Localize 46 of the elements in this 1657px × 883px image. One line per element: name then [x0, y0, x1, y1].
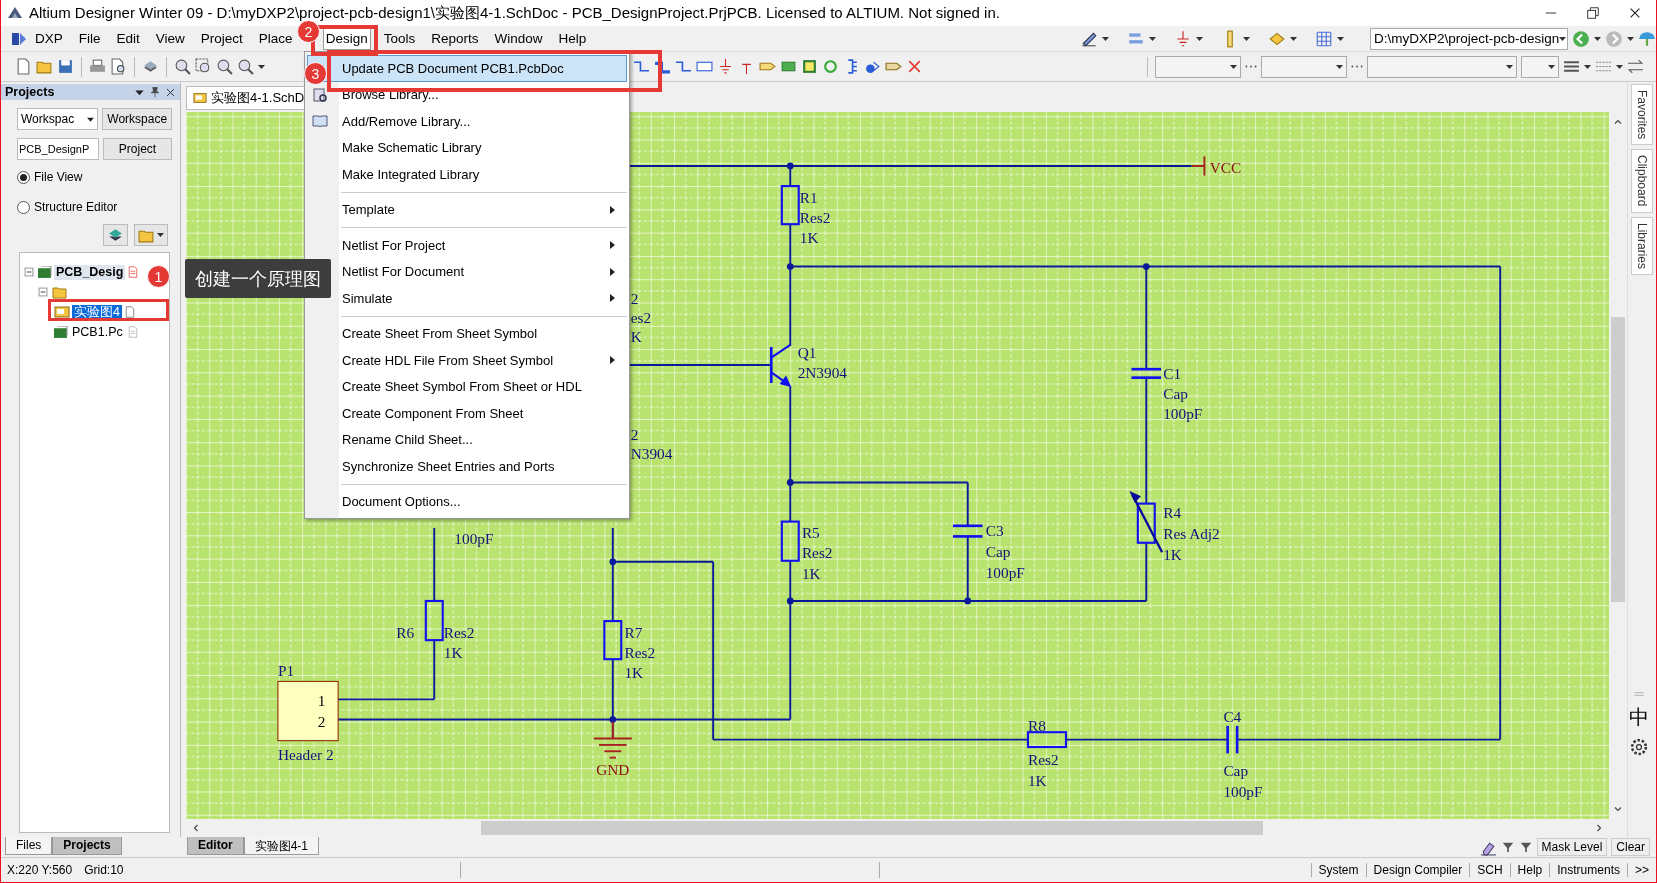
designator-label: R6	[396, 624, 415, 642]
value-label: 1K	[624, 664, 644, 682]
comment-label: Cap	[985, 542, 1011, 560]
designator-label: C1	[1163, 364, 1182, 382]
value-label: 1K	[443, 644, 463, 662]
cursor-coordinates: X:220 Y:560	[6, 863, 74, 877]
panel-title: Projects	[5, 85, 56, 99]
tooltip: 创建一个原理图	[185, 259, 331, 298]
value-label: 1K	[799, 229, 819, 247]
designator-label: P1	[277, 662, 295, 680]
component-label: 100pF	[454, 530, 494, 548]
pin-number: 2	[317, 713, 326, 731]
grid-size: Grid:10	[83, 863, 125, 877]
comment-label: Header 2	[277, 745, 334, 763]
value-label: 1K	[801, 564, 821, 582]
comment-label: Res2	[801, 543, 833, 561]
power-label: VCC	[1209, 158, 1242, 176]
window-title: Altium Designer Winter 09 - D:\myDXP2\project-pcb-design1\实验图4-1.SchDoc - PCB_DesignProject.PrjPCB. Licensed to ALTIUM. Not signed in.	[29, 3, 1000, 23]
comment-label: Res2	[1027, 751, 1059, 769]
value-label: 1K	[1027, 772, 1047, 790]
component-label: es2	[630, 308, 652, 326]
component-label: 2	[630, 289, 639, 307]
component-label: 2	[630, 426, 639, 444]
comment-label: Res2	[443, 624, 475, 642]
comment-label: 2N3904	[797, 363, 847, 381]
designator-label: R8	[1027, 717, 1046, 735]
component-label: K	[630, 327, 642, 345]
designator-label: Q1	[797, 343, 817, 361]
power-label: GND	[596, 760, 630, 778]
value-label: 100pF	[985, 563, 1025, 581]
comment-label: Res Adj2	[1163, 524, 1220, 542]
designator-label: C3	[985, 521, 1004, 539]
component-label: N3904	[630, 445, 673, 463]
comment-label: Res2	[624, 644, 656, 662]
value-label: 100pF	[1163, 405, 1203, 423]
designator-label: C4	[1223, 707, 1242, 725]
designator-label: R4	[1163, 503, 1182, 521]
designator-label: R5	[801, 523, 820, 541]
pin-number: 1	[317, 691, 326, 709]
value-label: 100pF	[1223, 782, 1263, 800]
value-label: 1K	[1163, 545, 1182, 563]
designator-label: R1	[799, 189, 818, 207]
comment-label: Cap	[1163, 385, 1188, 403]
designator-label: R7	[624, 624, 643, 642]
comment-label: Cap	[1223, 761, 1249, 779]
comment-label: Res2	[799, 209, 831, 227]
